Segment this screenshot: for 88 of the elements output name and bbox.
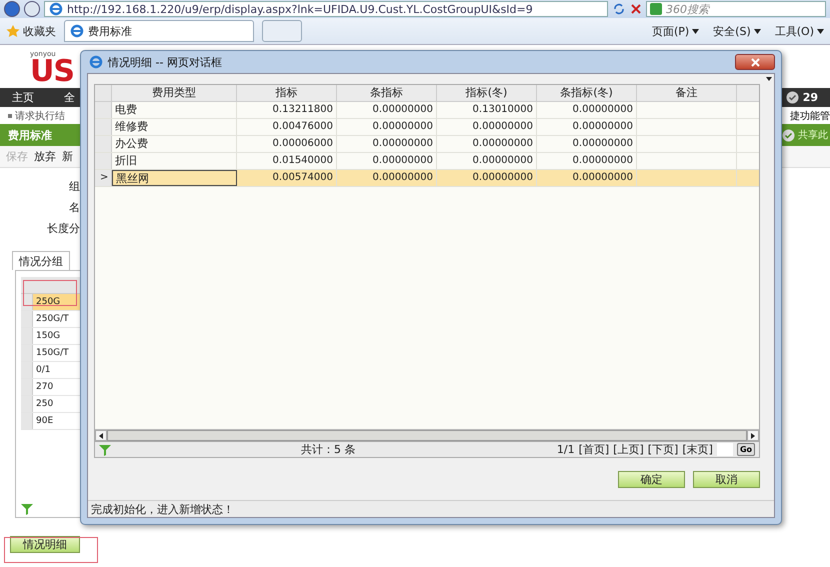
menu-item[interactable]: 安全(S)	[713, 24, 751, 38]
logo: US	[30, 58, 74, 86]
row-marker: >	[100, 172, 108, 183]
table-cell: 0.00000000	[372, 121, 433, 132]
table-row[interactable]: 电费 0.13211800 0.00000000 0.13010000 0.00000000	[95, 102, 759, 119]
filter-icon[interactable]	[21, 503, 33, 515]
table-cell: 0.00000000	[572, 104, 633, 115]
close-icon	[750, 58, 760, 66]
table-row[interactable]: 维修费 0.00476000 0.00000000 0.00000000 0.00000000	[95, 119, 759, 136]
menu-item[interactable]: 页面(P)	[652, 24, 690, 38]
table-cell: 0.00000000	[472, 155, 533, 166]
favorites-link[interactable]: 收藏夹	[23, 24, 56, 38]
check-icon	[786, 91, 799, 104]
status-text: 完成初始化，进入新增状态！	[91, 502, 234, 516]
address-field[interactable]: http://192.168.1.220/u9/erp/display.aspx?lnk=UFIDA.U9.Cust.YL.CostGroupUI&sId=9	[44, 1, 608, 17]
message-text: 请求执行结	[15, 110, 65, 122]
caret-icon[interactable]	[692, 28, 700, 34]
table-cell: 0.00574000	[272, 172, 333, 183]
column-header[interactable]: 指标(冬)	[437, 85, 537, 101]
search-placeholder: 360搜索	[666, 2, 709, 16]
left-arrow-icon[interactable]	[98, 432, 104, 438]
menu-item[interactable]: 工具(O)	[774, 24, 814, 38]
table-cell: 0.00000000	[572, 155, 633, 166]
nav-item[interactable]: 全	[64, 90, 75, 105]
table-cell: 黑丝网	[116, 172, 149, 185]
table-cell: 0.01540000	[272, 155, 333, 166]
table-cell: 0.00000000	[572, 121, 633, 132]
field-label: 长度分	[47, 221, 80, 237]
nav-item[interactable]: 主页	[12, 90, 34, 105]
highlight-frame	[23, 280, 77, 306]
right-arrow-icon[interactable]	[750, 432, 756, 438]
table-cell: 0.00000000	[572, 138, 633, 149]
table-cell: 0.00006000	[272, 138, 333, 149]
table-row[interactable]: > 黑丝网 0.00574000 0.00000000 0.00000000 0.00000000	[95, 170, 759, 187]
field-label: 名	[69, 200, 80, 216]
column-header[interactable]: 备注	[637, 85, 737, 101]
column-header[interactable]: 条指标(冬)	[537, 85, 637, 101]
table-cell: 0.00000000	[372, 138, 433, 149]
badge-count: 29	[802, 91, 818, 104]
table-cell: 0.00000000	[372, 155, 433, 166]
table-cell: 0.00000000	[372, 172, 433, 183]
dialog-title: 情况明细 -- 网页对话框	[108, 54, 222, 70]
browser-icon	[89, 55, 103, 69]
back-button[interactable]	[4, 1, 20, 17]
column-header[interactable]: 条指标	[337, 85, 437, 101]
caret-icon[interactable]	[754, 28, 761, 34]
toolbar-button[interactable]: 放弃	[34, 149, 56, 164]
table-cell: 0.00000000	[372, 104, 433, 115]
table-cell: 0.13010000	[472, 104, 533, 115]
column-header[interactable]: 费用类型	[112, 85, 237, 101]
table-cell: 电费	[115, 103, 137, 116]
search-field[interactable]: 360搜索	[646, 1, 826, 17]
browser-icon	[70, 24, 84, 38]
browser-tab[interactable]: 费用标准	[64, 20, 254, 42]
page-title: 费用标准	[8, 128, 52, 142]
table-cell: 0.00000000	[472, 121, 533, 132]
column-header[interactable]: 指标	[237, 85, 337, 101]
table-cell: 折旧	[115, 154, 137, 167]
dialog-button[interactable]: 取消	[693, 471, 760, 488]
forward-button[interactable]	[24, 1, 40, 17]
browser-icon	[49, 2, 63, 16]
toolbar-button[interactable]: 新	[62, 149, 73, 164]
table-cell: 0.00000000	[472, 138, 533, 149]
star-icon[interactable]	[6, 24, 20, 38]
table-cell: 维修费	[115, 120, 148, 133]
table-cell: 0.13211800	[272, 104, 333, 115]
scrollbar-thumb[interactable]	[107, 430, 747, 441]
table-cell: 0.00000000	[472, 172, 533, 183]
group-tab[interactable]: 情况分组	[12, 251, 70, 270]
quick-menu-link[interactable]: 捷功能管	[790, 108, 830, 122]
close-button[interactable]	[735, 54, 775, 70]
table-cell: 0.00000000	[572, 172, 633, 183]
search-icon	[650, 3, 662, 15]
url-text: http://192.168.1.220/u9/erp/display.aspx?lnk=UFIDA.U9.Cust.YL.CostGroupUI&sId=9	[67, 2, 533, 16]
table-cell: 办公费	[115, 137, 148, 150]
scroll-arrow-icon[interactable]	[766, 76, 772, 82]
dialog-button[interactable]: 确定	[618, 471, 685, 488]
table-row[interactable]: 办公费 0.00006000 0.00000000 0.00000000 0.00000000	[95, 136, 759, 153]
close-icon[interactable]	[630, 3, 642, 15]
scroll-right-button[interactable]	[747, 430, 759, 441]
check-icon	[782, 128, 795, 142]
field-label: 组	[69, 179, 80, 195]
scroll-left-button[interactable]	[95, 430, 107, 441]
detail-button[interactable]: 情况明细	[10, 536, 80, 553]
bullet-icon	[8, 114, 12, 118]
caret-icon[interactable]	[817, 28, 824, 34]
refresh-icon[interactable]	[612, 2, 626, 16]
table-cell: 0.00476000	[272, 121, 333, 132]
